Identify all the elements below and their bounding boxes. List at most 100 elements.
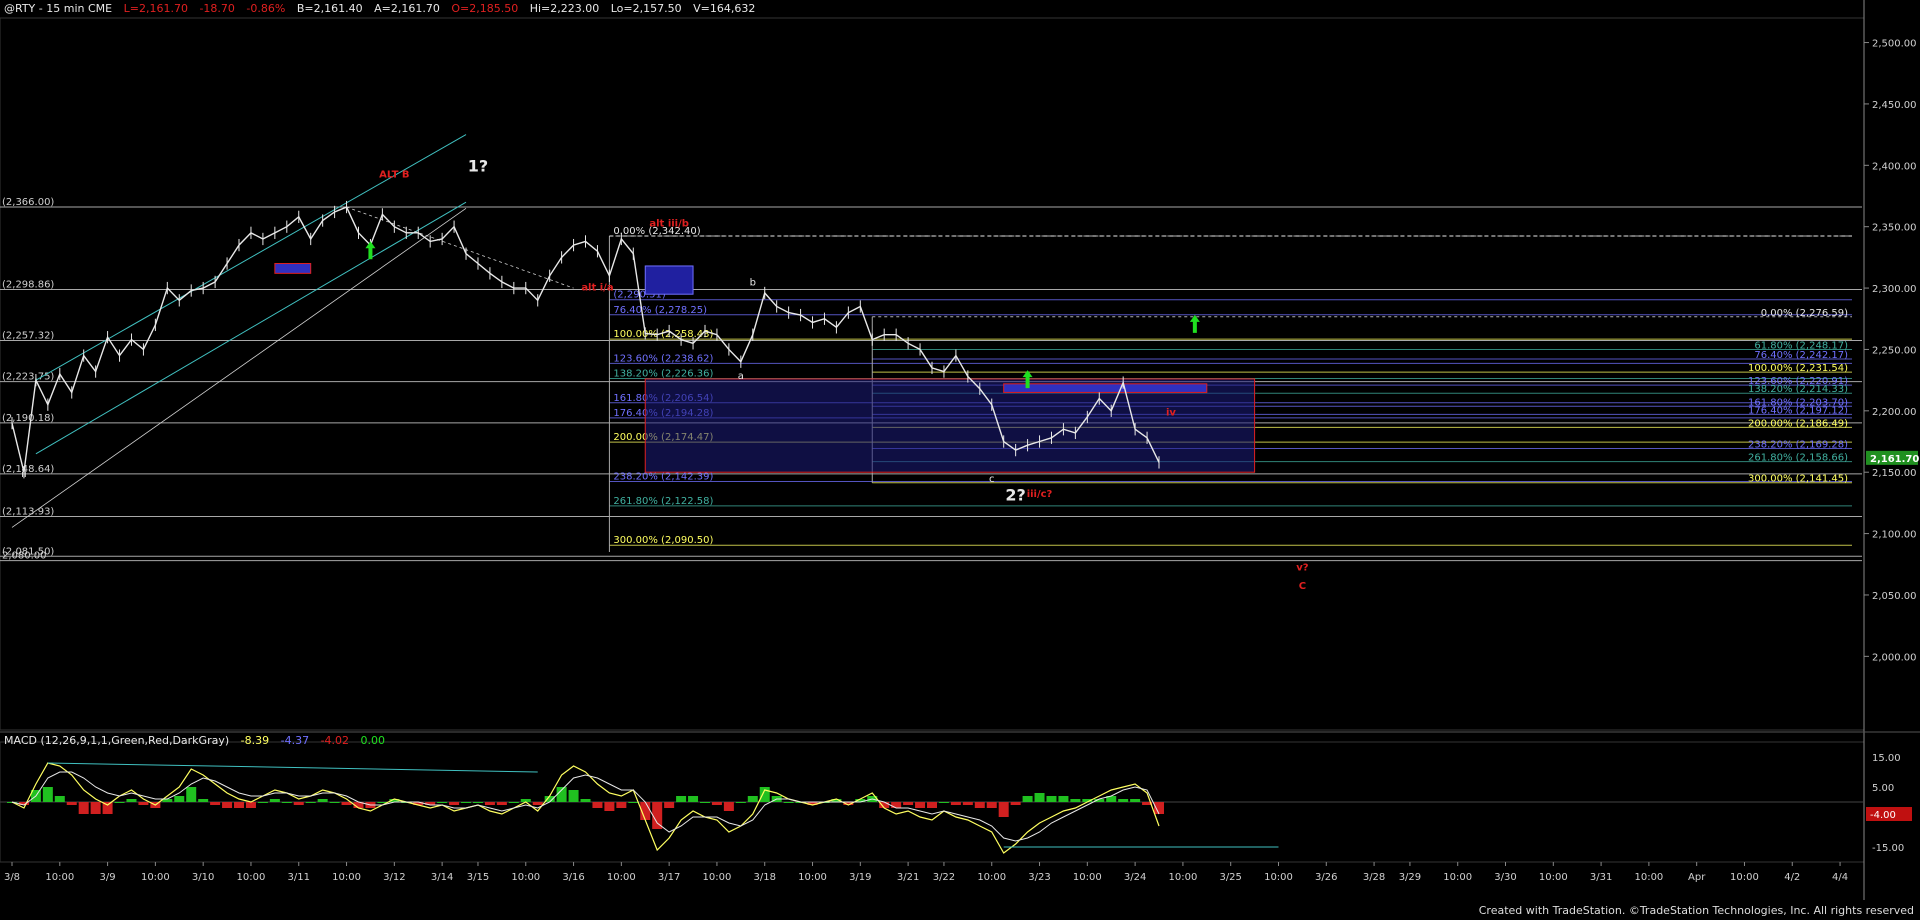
macd-hist-bar (915, 802, 926, 808)
macd-hist-bar (484, 802, 495, 805)
macd-hist-bar (723, 802, 734, 811)
time-tick-label: 10:00 (1730, 872, 1759, 883)
time-tick-label: 4/2 (1784, 872, 1800, 883)
fib1-label: 261.80% (2,122.58) (613, 496, 713, 507)
time-tick-label: 3/25 (1219, 872, 1241, 883)
macd-hist-bar (1022, 796, 1033, 802)
macd-tick-label: 15.00 (1872, 753, 1901, 764)
macd-hist-bar (986, 802, 997, 808)
price-tick-label: 2,000.00 (1872, 652, 1917, 663)
time-tick-label: 3/19 (849, 872, 871, 883)
macd-hist-bar (461, 802, 472, 803)
macd-hist-bar (1118, 799, 1129, 802)
macd-hist-bar (556, 787, 567, 802)
fib1-label: 76.40% (2,278.25) (613, 305, 707, 316)
macd-hist-bar (998, 802, 1009, 817)
time-tick-label: 3/11 (288, 872, 310, 883)
time-tick-label: 10:00 (1443, 872, 1472, 883)
macd-hist-bar (568, 790, 579, 802)
macd-hist-bar (449, 802, 460, 805)
time-tick-label: 3/14 (431, 872, 453, 883)
time-tick-label: 4/4 (1832, 872, 1848, 883)
price-tick-label: 2,500.00 (1872, 39, 1917, 50)
macd-hist-bar (305, 802, 316, 803)
wave-label: iv (1166, 408, 1176, 419)
time-tick-label: 3/26 (1315, 872, 1337, 883)
wave-label: C (1299, 581, 1306, 592)
price-tick-label: 2,200.00 (1872, 407, 1917, 418)
macd-hist-bar (927, 802, 937, 808)
price-chart[interactable]: (2,366.00) (2,298.86) (2,257.32) (2,223.75)… (0, 0, 1920, 920)
fib2-label: 100.00% (2,231.54) (1748, 363, 1848, 374)
time-tick-label: 10:00 (1539, 872, 1568, 883)
macd-tick-label: 5.00 (1872, 783, 1894, 794)
time-tick-label: 10:00 (607, 872, 636, 883)
price-tick-label: 2,350.00 (1872, 223, 1917, 234)
last-price-label: L=2,161.70 (123, 2, 188, 15)
time-tick-label: 10:00 (798, 872, 827, 883)
macd-hist-bar (186, 787, 197, 802)
macd-hist-bar (652, 802, 663, 829)
macd-tick-label: -15.00 (1872, 843, 1904, 854)
macd-hist-bar (759, 787, 770, 802)
price-tick-label: 2,450.00 (1872, 100, 1917, 111)
macd-hist-bar (66, 802, 77, 805)
time-tick-label: 10:00 (332, 872, 361, 883)
fib2-label: 0.00% (2,276.59) (1761, 308, 1848, 319)
wave-label: 2? (1005, 485, 1025, 504)
footer-copyright: Created with TradeStation. ©TradeStation… (1478, 904, 1914, 917)
time-tick-label: 3/8 (4, 872, 20, 883)
fib1-label: 123.60% (2,238.62) (613, 353, 713, 364)
macd-hist-bar (472, 802, 483, 803)
chart-header: @RTY - 15 min CME L=2,161.70 -18.70 -0.8… (4, 2, 755, 15)
time-tick-label: 10:00 (511, 872, 540, 883)
price-tick-label: 2,250.00 (1872, 345, 1917, 356)
macd-hist-bar (1046, 796, 1057, 802)
fib1-label: 138.20% (2,226.36) (613, 368, 713, 379)
macd-hist-bar (508, 802, 519, 803)
time-tick-label: 3/22 (933, 872, 955, 883)
macd-hist-bar (257, 802, 268, 803)
macd-hist-bar (222, 802, 233, 808)
wave-label: 1? (468, 156, 488, 175)
macd-hist-bar (938, 802, 949, 803)
macd-hist-bar (341, 802, 352, 805)
macd-hist-bar (1070, 799, 1081, 802)
fib2-label: 238.20% (2,169.28) (1748, 440, 1848, 451)
macd-title: MACD (12,26,9,1,1,Green,Red,DarkGray) (4, 734, 230, 747)
fib1-label: 238.20% (2,142.39) (613, 472, 713, 483)
macd-hist-bar (198, 799, 209, 802)
macd-hist-bar (974, 802, 985, 808)
price-tick-label: 2,150.00 (1872, 468, 1917, 479)
change-label: -18.70 (199, 2, 235, 15)
early-box (274, 263, 312, 274)
wave-label: v? (1296, 562, 1309, 573)
fib2-label: 261.80% (2,158.66) (1748, 453, 1848, 464)
macd-hist-bar (281, 802, 292, 803)
macd-hist-bar (126, 799, 137, 802)
volume-label: V=164,632 (693, 2, 756, 15)
macd-hist-bar (592, 802, 603, 808)
macd-hist-bar (688, 796, 699, 802)
time-tick-label: Apr (1688, 872, 1706, 883)
macd-hist-bar (532, 802, 543, 805)
macd-header: MACD (12,26,9,1,1,Green,Red,DarkGray) -8… (4, 734, 385, 747)
macd-hist-bar (210, 802, 221, 805)
macd-hist-bar (174, 796, 185, 802)
level-label: (2,223.75) (2, 372, 54, 383)
wave-label: alt i/a (581, 283, 613, 294)
wave-label: iii/c? (1027, 489, 1053, 500)
wave-label: b (750, 278, 756, 289)
time-tick-label: 10:00 (1264, 872, 1293, 883)
macd-hist-bar (42, 787, 53, 802)
high-label: Hi=2,223.00 (529, 2, 600, 15)
macd-hist-bar (1010, 802, 1021, 805)
time-tick-label: 10:00 (1073, 872, 1102, 883)
fib2-label: 138.20% (2,214.33) (1748, 384, 1848, 395)
time-tick-label: 3/29 (1399, 872, 1421, 883)
time-tick-label: 10:00 (1168, 872, 1197, 883)
fib2-label: 176.40% (2,197.12) (1748, 405, 1848, 416)
macd-hist-bar (903, 802, 914, 805)
macd-hist-bar (78, 802, 89, 814)
macd-hist-bar (580, 799, 591, 802)
